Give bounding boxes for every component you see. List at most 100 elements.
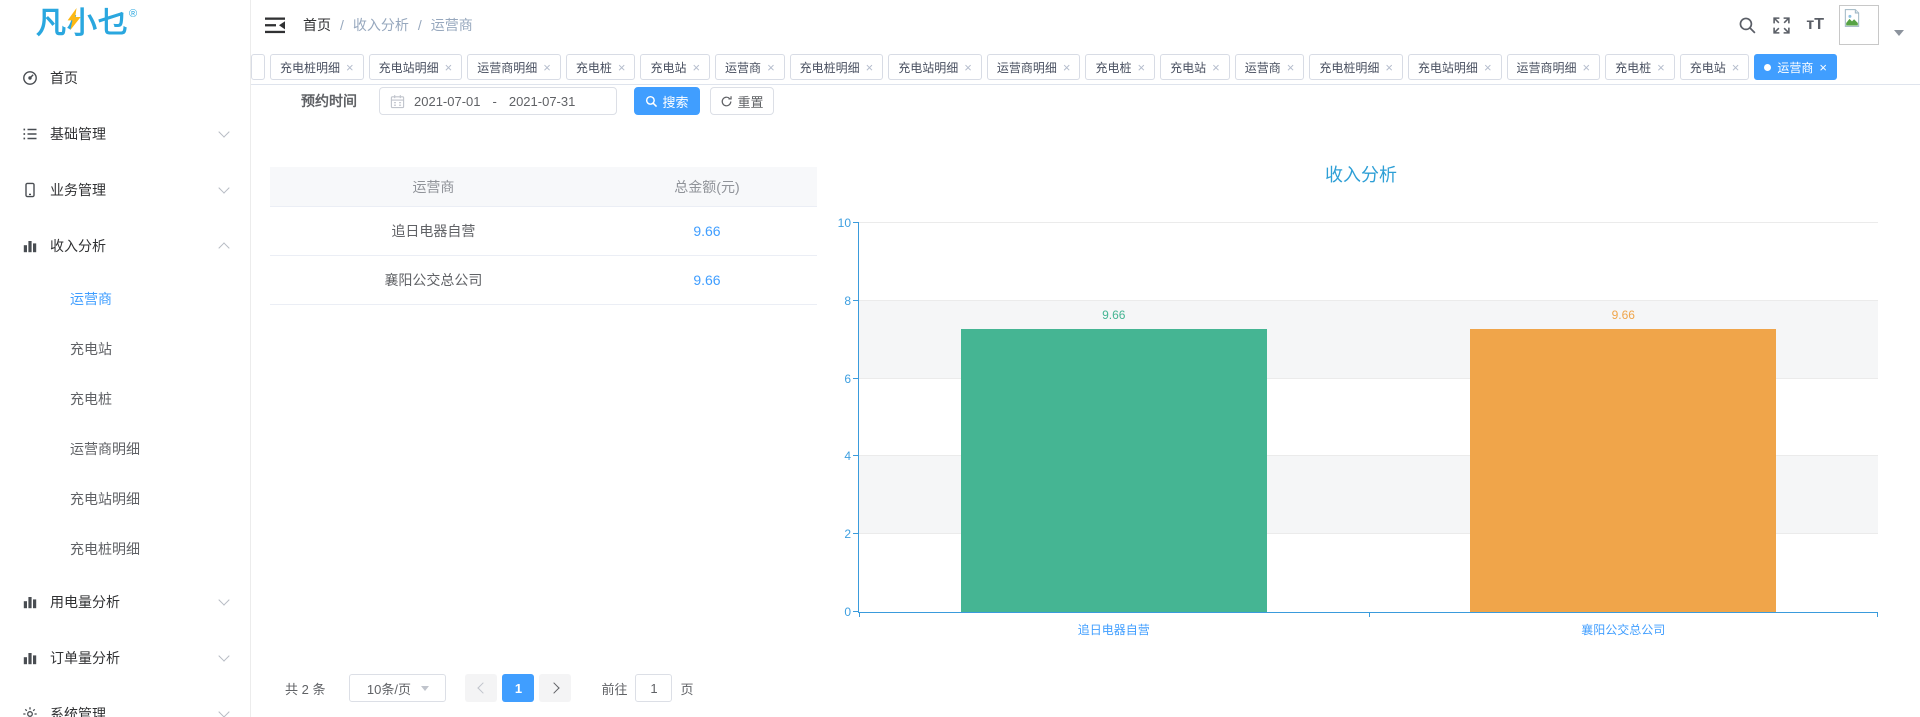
- close-icon[interactable]: ×: [1819, 61, 1827, 74]
- close-icon[interactable]: ×: [445, 61, 453, 74]
- tab[interactable]: 充电站 ×: [1160, 54, 1230, 80]
- tab-bar: 充电桩明细×充电站明细×运营商明细×充电桩×充电站×运营商×充电桩明细×充电站明…: [251, 50, 1920, 85]
- sidebar-item-label: 基础管理: [50, 124, 220, 144]
- close-icon[interactable]: ×: [1385, 61, 1393, 74]
- tab-label: 充电桩明细: [1319, 59, 1379, 76]
- bar-orange: [1470, 329, 1776, 612]
- bar-green: [961, 329, 1267, 612]
- close-icon[interactable]: ×: [1732, 61, 1740, 74]
- bar-value-label: 9.66: [1612, 308, 1635, 322]
- y-tick-label: 2: [813, 527, 851, 541]
- close-icon[interactable]: ×: [1484, 61, 1492, 74]
- close-icon[interactable]: ×: [1063, 61, 1071, 74]
- column-header-amount: 总金额(元): [597, 167, 817, 207]
- tab[interactable]: 运营商×: [1754, 54, 1837, 80]
- tab-clipped[interactable]: [251, 54, 265, 80]
- tab[interactable]: 充电桩×: [566, 54, 636, 80]
- close-icon[interactable]: ×: [866, 61, 874, 74]
- reset-button[interactable]: 重置: [710, 87, 774, 115]
- prev-page-button[interactable]: [465, 674, 497, 702]
- tab[interactable]: 运营商 ×: [1235, 54, 1305, 80]
- tab-label: 充电站: [1170, 59, 1206, 76]
- dashboard-icon: [22, 70, 38, 86]
- tab-label: 充电桩: [1095, 59, 1131, 76]
- close-icon[interactable]: ×: [1287, 61, 1295, 74]
- app-logo[interactable]: 凡小乜 ®: [0, 0, 250, 50]
- close-icon[interactable]: ×: [767, 61, 775, 74]
- sidebar-item[interactable]: 订单量分析: [0, 630, 250, 686]
- chevron-down-icon: [218, 182, 229, 193]
- chevron-down-icon: [421, 686, 429, 691]
- sidebar-item-label: 收入分析: [50, 236, 220, 256]
- tab[interactable]: 充电桩×: [1605, 54, 1675, 80]
- close-icon[interactable]: ×: [1212, 61, 1220, 74]
- sidebar-subitem[interactable]: 充电站: [0, 324, 250, 374]
- tab[interactable]: 充电桩明细 ×: [1309, 54, 1403, 80]
- tab-label: 运营商: [725, 59, 761, 76]
- tab[interactable]: 充电站×: [1680, 54, 1750, 80]
- app-window: 凡小乜 ® 首页基础管理业务管理收入分析运营商充电站充电桩运营商明细充电站明细充…: [0, 0, 1920, 717]
- column-header-operator: 运营商: [270, 167, 597, 207]
- fullscreen-icon[interactable]: [1772, 16, 1791, 35]
- tab[interactable]: 充电桩明细×: [270, 54, 364, 80]
- operator-cell: 襄阳公交总公司: [270, 256, 597, 305]
- avatar[interactable]: [1839, 5, 1879, 45]
- sidebar-subitem[interactable]: 充电站明细: [0, 474, 250, 524]
- sidebar-subitem[interactable]: 充电桩: [0, 374, 250, 424]
- close-icon[interactable]: ×: [543, 61, 551, 74]
- breadcrumb-home[interactable]: 首页: [303, 15, 331, 35]
- close-icon[interactable]: ×: [346, 61, 354, 74]
- sidebar-item[interactable]: 首页: [0, 50, 250, 106]
- tab[interactable]: 充电桩 ×: [1085, 54, 1155, 80]
- close-icon[interactable]: ×: [1657, 61, 1665, 74]
- chevron-left-icon: [477, 682, 488, 693]
- tab[interactable]: 充电桩明细×: [790, 54, 884, 80]
- tab-label: 运营商: [1245, 59, 1281, 76]
- search-button[interactable]: 搜索: [634, 87, 700, 115]
- close-icon[interactable]: ×: [1583, 61, 1591, 74]
- tab[interactable]: 充电站明细 ×: [1408, 54, 1502, 80]
- y-tick-label: 0: [813, 605, 851, 619]
- sidebar-item[interactable]: 基础管理: [0, 106, 250, 162]
- tab[interactable]: 充电站明细 ×: [888, 54, 982, 80]
- sidebar-subitem[interactable]: 运营商明细: [0, 424, 250, 474]
- tab-label: 充电站: [650, 59, 686, 76]
- close-icon[interactable]: ×: [692, 61, 700, 74]
- sidebar: 凡小乜 ® 首页基础管理业务管理收入分析运营商充电站充电桩运营商明细充电站明细充…: [0, 0, 251, 717]
- sidebar-item[interactable]: 用电量分析: [0, 574, 250, 630]
- tab-label: 充电站明细: [898, 59, 958, 76]
- close-icon[interactable]: ×: [618, 61, 626, 74]
- sidebar-item[interactable]: 业务管理: [0, 162, 250, 218]
- next-page-button[interactable]: [539, 674, 571, 702]
- search-icon[interactable]: [1738, 16, 1757, 35]
- chevron-down-icon: [218, 650, 229, 661]
- chevron-down-icon: [218, 126, 229, 137]
- page-number-button[interactable]: 1: [502, 674, 534, 702]
- sidebar-item[interactable]: 收入分析: [0, 218, 250, 274]
- date-range-input[interactable]: 2021-07-01 - 2021-07-31: [379, 87, 617, 115]
- amount-cell: 9.66: [597, 256, 817, 305]
- sidebar-item-label: 首页: [50, 68, 228, 88]
- sidebar-submenu: 运营商充电站充电桩运营商明细充电站明细充电桩明细: [0, 274, 250, 574]
- top-bar: 首页 / 收入分析 / 运营商 тT: [251, 0, 1920, 50]
- close-icon[interactable]: ×: [964, 61, 972, 74]
- search-button-label: 搜索: [662, 92, 688, 111]
- sidebar-subitem[interactable]: 充电桩明细: [0, 524, 250, 574]
- goto-page-input[interactable]: [635, 674, 672, 702]
- page-size-select[interactable]: 10条/页: [349, 674, 446, 702]
- chevron-right-icon: [548, 682, 559, 693]
- tab-label: 充电站明细: [1418, 59, 1478, 76]
- font-size-icon[interactable]: тT: [1806, 16, 1824, 34]
- tab[interactable]: 充电站 ×: [640, 54, 710, 80]
- sidebar-item[interactable]: 系统管理: [0, 686, 250, 717]
- tab[interactable]: 充电站明细×: [369, 54, 463, 80]
- sidebar-fold-icon[interactable]: [265, 17, 285, 34]
- tab[interactable]: 运营商明细×: [1507, 54, 1601, 80]
- chevron-down-icon: [218, 594, 229, 605]
- tab[interactable]: 运营商明细×: [467, 54, 561, 80]
- sidebar-subitem[interactable]: 运营商: [0, 274, 250, 324]
- user-menu-caret-icon[interactable]: [1894, 30, 1904, 36]
- tab[interactable]: 运营商明细×: [987, 54, 1081, 80]
- close-icon[interactable]: ×: [1138, 61, 1146, 74]
- tab[interactable]: 运营商 ×: [715, 54, 785, 80]
